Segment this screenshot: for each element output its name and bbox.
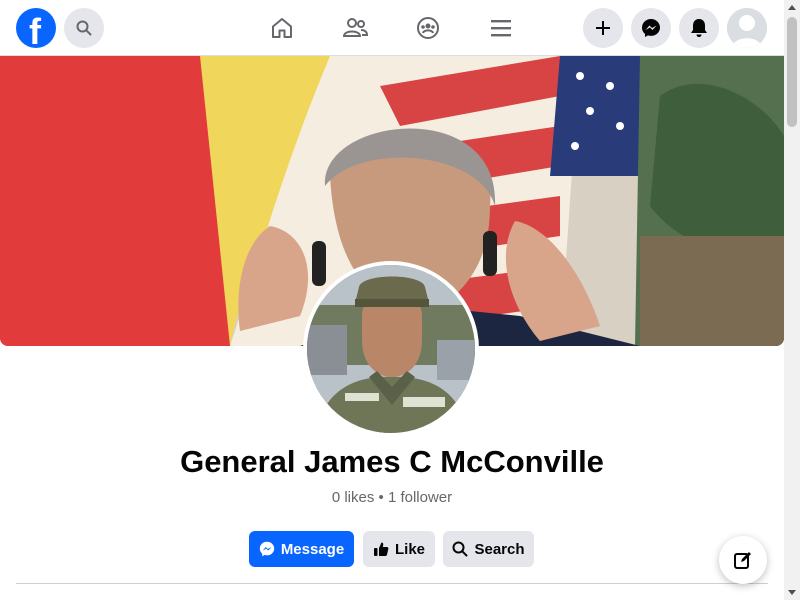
nav-menu[interactable] xyxy=(485,12,517,44)
facebook-logo[interactable]: f xyxy=(16,8,56,52)
like-button-label: Like xyxy=(394,540,425,558)
bell-icon xyxy=(691,19,707,37)
account-avatar-button[interactable] xyxy=(727,8,767,48)
thumbs-up-icon xyxy=(373,542,389,556)
top-navigation-bar: f xyxy=(0,0,784,56)
compose-icon xyxy=(734,552,751,569)
facebook-logo-letter: f xyxy=(29,11,41,52)
scrollbar-thumb[interactable] xyxy=(787,17,797,127)
friends-icon xyxy=(342,18,368,37)
like-button[interactable]: Like xyxy=(363,531,435,567)
search-button-label: Search xyxy=(474,540,525,558)
home-icon xyxy=(272,18,292,38)
create-button[interactable] xyxy=(583,8,623,48)
nav-groups[interactable] xyxy=(412,12,444,44)
plus-icon xyxy=(596,21,610,35)
scroll-down-arrow-icon[interactable] xyxy=(788,590,796,595)
menu-icon xyxy=(491,20,511,37)
page-title: General James C McConville xyxy=(180,444,604,479)
profile-icon xyxy=(727,8,767,48)
search-icon xyxy=(76,20,92,36)
message-button-label: Message xyxy=(280,540,345,558)
scroll-up-arrow-icon[interactable] xyxy=(788,5,796,10)
nav-friends[interactable] xyxy=(339,12,371,44)
nav-home[interactable] xyxy=(266,12,298,44)
messenger-icon xyxy=(642,19,660,37)
search-button[interactable] xyxy=(64,8,104,48)
profile-photo-image xyxy=(307,265,475,433)
groups-icon xyxy=(417,17,439,39)
messenger-icon xyxy=(259,541,275,557)
search-icon xyxy=(452,541,468,557)
messenger-button[interactable] xyxy=(631,8,671,48)
message-button[interactable]: Message xyxy=(249,531,354,567)
page-scrollbar[interactable] xyxy=(784,0,800,600)
likes-followers-count: 0 likes • 1 follower xyxy=(331,489,453,506)
notifications-button[interactable] xyxy=(679,8,719,48)
search-page-button[interactable]: Search xyxy=(443,531,534,567)
profile-picture[interactable] xyxy=(303,261,479,437)
section-divider xyxy=(16,583,768,584)
new-message-button[interactable] xyxy=(719,536,767,584)
